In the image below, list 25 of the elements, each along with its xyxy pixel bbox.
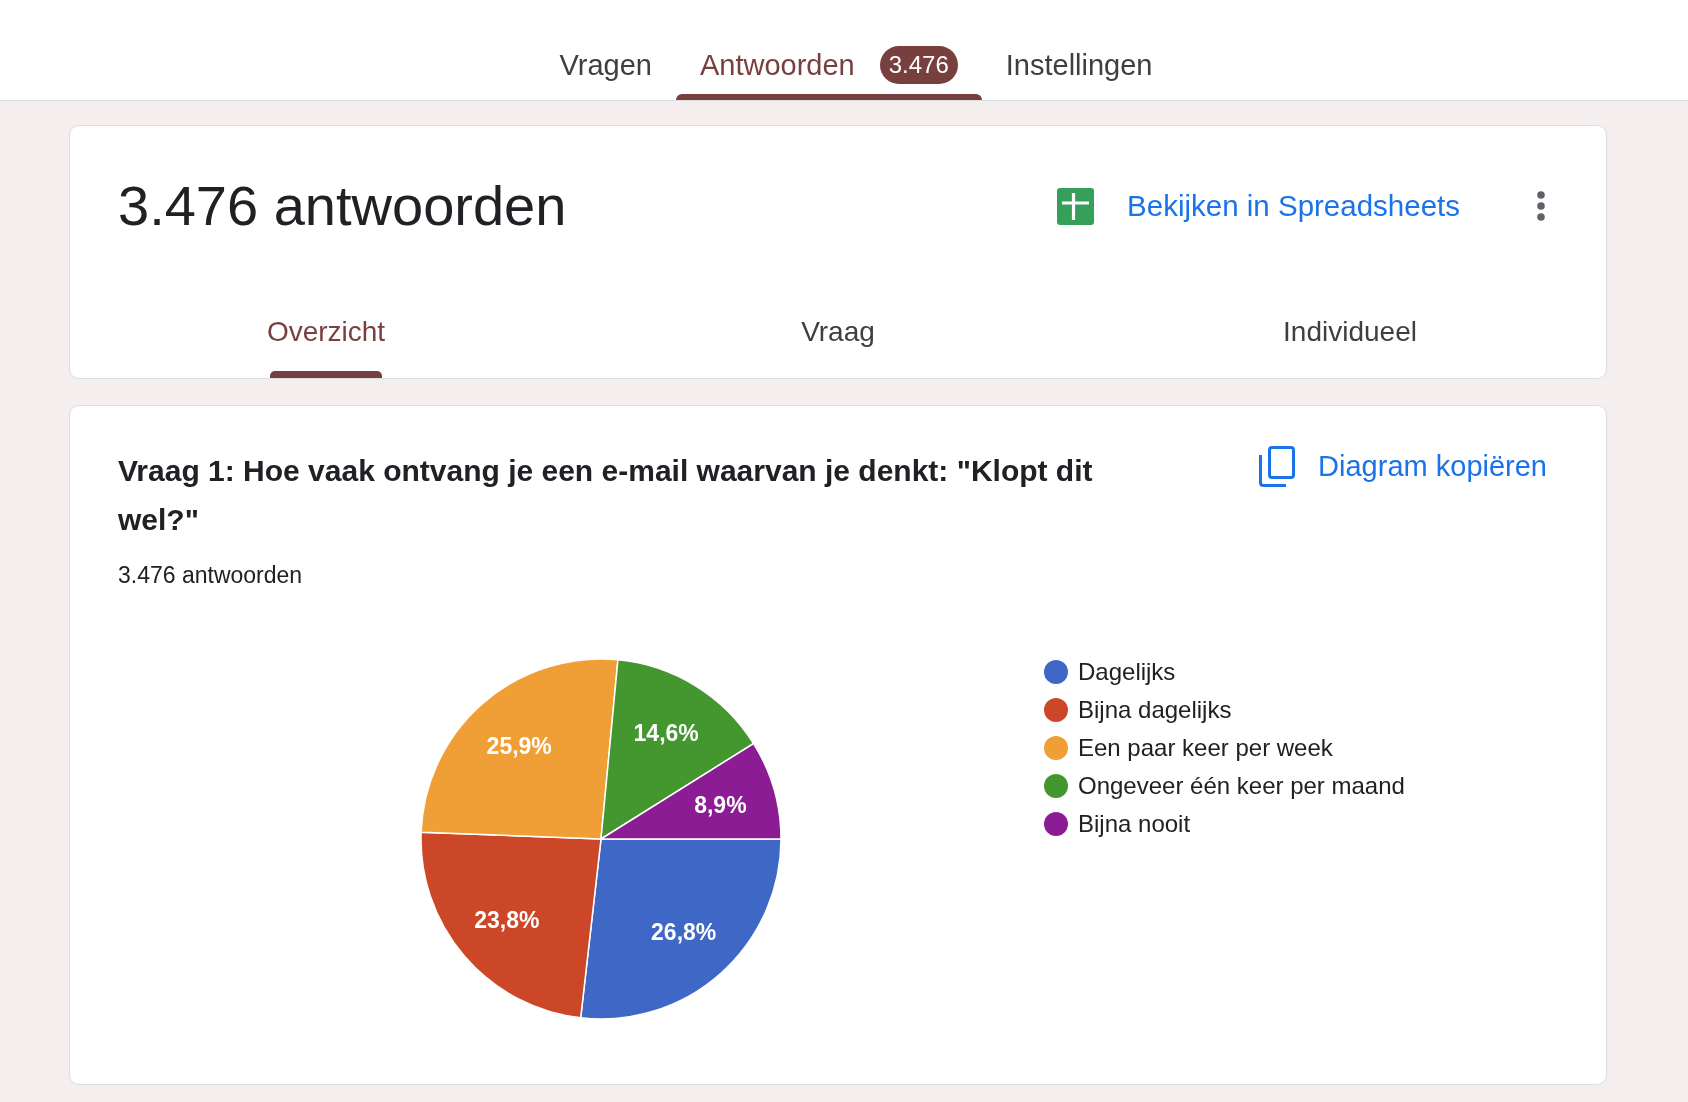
legend-label: Bijna nooit bbox=[1078, 810, 1191, 838]
count-badge: 3.476 bbox=[879, 46, 958, 84]
percentage-label: 25,9% bbox=[486, 732, 552, 759]
copy-chart-button[interactable]: Diagram kopiëren bbox=[1259, 446, 1547, 487]
view-tab[interactable]: Overzicht bbox=[70, 316, 582, 378]
percentage-label: 8,9% bbox=[694, 791, 747, 818]
nav-tab[interactable]: Vragen bbox=[535, 0, 676, 100]
response-total-title: 3.476 antwoorden bbox=[118, 176, 568, 236]
view-tab[interactable]: Vraag bbox=[582, 316, 1094, 378]
view-tab[interactable]: Individueel bbox=[1094, 316, 1606, 378]
question-title: Vraag 1: Hoe vaak ontvang je een e-mail waarvan je denkt: "Klopt dit wel?" bbox=[118, 453, 1094, 538]
percentage-label: 26,8% bbox=[651, 918, 717, 945]
nav-tab[interactable]: Antwoorden 3.476 bbox=[675, 0, 982, 100]
more-icon bbox=[1537, 191, 1545, 221]
legend-label: Bijna dagelijks bbox=[1078, 696, 1232, 724]
legend-label: Een paar keer per week bbox=[1078, 734, 1333, 762]
spreadsheet-link[interactable]: Bekijken in Spreadsheets bbox=[1057, 187, 1460, 225]
percentage-label: 14,6% bbox=[633, 720, 699, 747]
legend-label: Dagelijks bbox=[1078, 658, 1176, 686]
percentage-label: 23,8% bbox=[474, 907, 540, 933]
response-count: 3.476 antwoorden bbox=[118, 561, 304, 590]
spreadsheet-icon bbox=[1057, 187, 1095, 225]
legend-label: Ongeveer één keer per maand bbox=[1078, 772, 1405, 800]
nav-tab[interactable]: Instellingen bbox=[981, 0, 1177, 100]
copy-icon bbox=[1259, 446, 1296, 487]
